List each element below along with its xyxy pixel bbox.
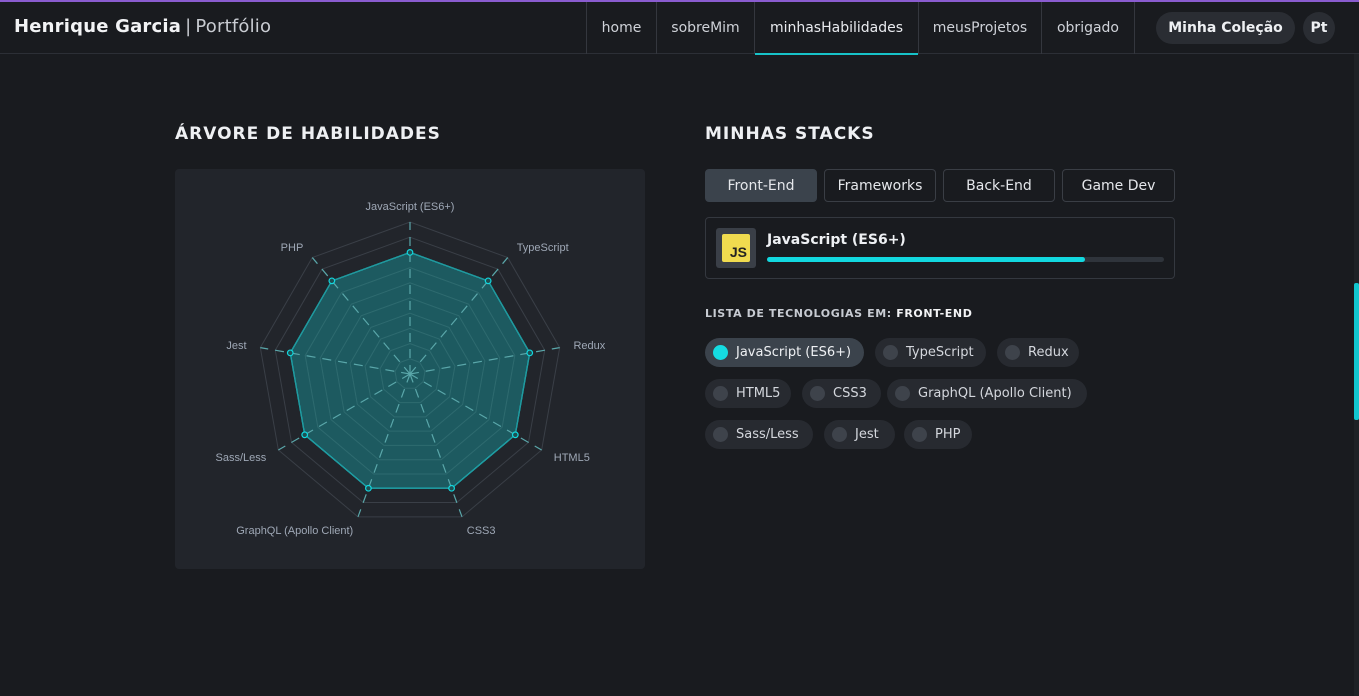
radar-chart-card: JavaScript (ES6+) TypeScript Redux HTML5 CSS… bbox=[175, 169, 645, 569]
chip-indicator bbox=[713, 345, 728, 360]
skill-progress-track bbox=[767, 257, 1164, 262]
tech-chip-jest[interactable]: Jest bbox=[824, 420, 895, 449]
radar-data-point bbox=[448, 484, 455, 492]
chip-label: GraphQL (Apollo Client) bbox=[918, 386, 1072, 401]
tech-chip-javascript[interactable]: JavaScript (ES6+) bbox=[705, 338, 864, 367]
radar-data-point bbox=[406, 248, 414, 256]
radar-data-point bbox=[484, 277, 492, 285]
radar-axis-label: Redux bbox=[573, 340, 605, 352]
chip-label: Jest bbox=[855, 427, 879, 442]
tab-frameworks[interactable]: Frameworks bbox=[824, 169, 936, 202]
radar-axis-label: CSS3 bbox=[467, 525, 496, 537]
scrollbar-thumb[interactable] bbox=[1354, 283, 1359, 420]
radar-data-point bbox=[286, 349, 294, 357]
skills-tree-title: ÁRVORE DE HABILIDADES bbox=[175, 124, 441, 144]
tech-chip-graphql[interactable]: GraphQL (Apollo Client) bbox=[887, 379, 1087, 408]
radar-axis-label: Jest bbox=[226, 340, 246, 352]
nav-link-minhashabilidades[interactable]: minhasHabilidades bbox=[755, 2, 919, 55]
language-button[interactable]: Pt bbox=[1303, 12, 1335, 44]
radar-chart: JavaScript (ES6+) TypeScript Redux HTML5 CSS… bbox=[215, 201, 605, 537]
nav-link-meusprojetos[interactable]: meusProjetos bbox=[919, 2, 1042, 54]
radar-axis-label: TypeScript bbox=[517, 242, 569, 254]
tech-chip-redux[interactable]: Redux bbox=[997, 338, 1079, 367]
nav-link-sobremim[interactable]: sobreMim bbox=[657, 2, 755, 54]
chip-label: Redux bbox=[1028, 345, 1069, 360]
nav-link-obrigado[interactable]: obrigado bbox=[1042, 2, 1135, 54]
stacks-title: MINHAS STACKS bbox=[705, 124, 875, 144]
radar-data-point bbox=[526, 349, 534, 357]
javascript-icon: JS bbox=[716, 228, 756, 268]
chip-label: CSS3 bbox=[833, 386, 867, 401]
radar-axis-label: JavaScript (ES6+) bbox=[366, 201, 455, 213]
brand-separator: | bbox=[185, 16, 192, 37]
chip-label: HTML5 bbox=[736, 386, 781, 401]
chip-indicator bbox=[883, 345, 898, 360]
chip-indicator bbox=[912, 427, 927, 442]
chip-indicator bbox=[895, 386, 910, 401]
chip-indicator bbox=[713, 427, 728, 442]
tech-chip-html5[interactable]: HTML5 bbox=[705, 379, 791, 408]
chip-indicator bbox=[810, 386, 825, 401]
skill-progress-fill bbox=[767, 257, 1085, 262]
radar-axis-label: PHP bbox=[281, 242, 304, 254]
selected-skill-name: JavaScript (ES6+) bbox=[767, 232, 906, 248]
tab-front-end[interactable]: Front-End bbox=[705, 169, 817, 202]
technology-list-category: FRONT-END bbox=[896, 307, 973, 320]
chip-indicator bbox=[713, 386, 728, 401]
technology-list-heading: LISTA DE TECNOLOGIAS EM: FRONT-END bbox=[705, 307, 972, 320]
nav-link-home[interactable]: home bbox=[587, 2, 657, 54]
navbar: Henrique Garcia | Portfólio home sobreMim … bbox=[0, 2, 1359, 55]
collection-button[interactable]: Minha Coleção bbox=[1156, 12, 1295, 44]
javascript-icon-glyph: JS bbox=[722, 234, 750, 262]
tech-chip-sass-less[interactable]: Sass/Less bbox=[705, 420, 813, 449]
tab-game-dev[interactable]: Game Dev bbox=[1062, 169, 1175, 202]
radar-data-point bbox=[511, 431, 519, 439]
stack-tabs: Front-End Frameworks Back-End Game Dev bbox=[705, 169, 1175, 202]
brand-name: Henrique Garcia bbox=[14, 16, 182, 37]
chip-label: TypeScript bbox=[906, 345, 974, 360]
brand-subtitle: Portfólio bbox=[195, 16, 272, 37]
nav-links: home sobreMim minhasHabilidades meusProj… bbox=[586, 2, 1135, 55]
radar-data-point bbox=[365, 484, 372, 492]
tab-back-end[interactable]: Back-End bbox=[943, 169, 1055, 202]
selected-skill-card: JS JavaScript (ES6+) bbox=[705, 217, 1175, 279]
radar-axis-label: HTML5 bbox=[554, 452, 590, 464]
brand[interactable]: Henrique Garcia | Portfólio bbox=[14, 16, 271, 37]
radar-axis-label: Sass/Less bbox=[215, 452, 266, 464]
radar-axis-label: GraphQL (Apollo Client) bbox=[236, 525, 353, 537]
chip-indicator bbox=[832, 427, 847, 442]
chip-label: Sass/Less bbox=[736, 427, 799, 442]
tech-chip-typescript[interactable]: TypeScript bbox=[875, 338, 986, 367]
technology-list-prefix: LISTA DE TECNOLOGIAS EM: bbox=[705, 307, 892, 320]
tech-chip-css3[interactable]: CSS3 bbox=[802, 379, 881, 408]
chip-label: PHP bbox=[935, 427, 961, 442]
radar-data-point bbox=[301, 431, 309, 439]
chip-indicator bbox=[1005, 345, 1020, 360]
chip-label: JavaScript (ES6+) bbox=[736, 345, 852, 360]
radar-data-point bbox=[328, 277, 336, 285]
tech-chip-php[interactable]: PHP bbox=[904, 420, 972, 449]
